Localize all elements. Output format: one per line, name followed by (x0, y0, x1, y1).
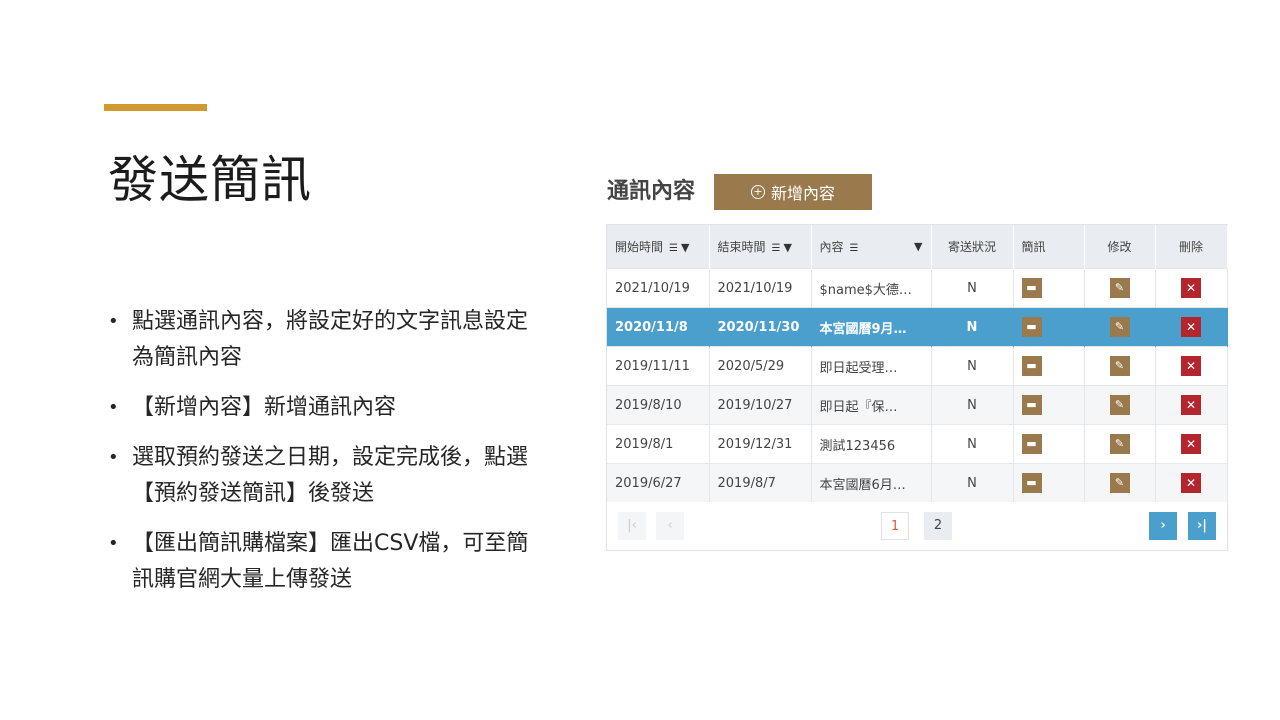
cell-status: N (931, 385, 1014, 425)
prev-page-button[interactable]: ‹ (656, 512, 684, 540)
bullet-text: 選取預約發送之日期，設定完成後，點選【預約發送簡訊】後發送 (132, 445, 529, 506)
sms-icon[interactable]: ▬ (1021, 473, 1042, 493)
table-row-selected[interactable]: 2020/11/8 2020/11/30 本宮國曆9月… N ▬ ✎ ✕ (607, 307, 1228, 347)
page-button-2[interactable]: 2 (924, 512, 952, 540)
title-accent-bar (104, 104, 207, 111)
column-header-delete: 刪除 (1155, 225, 1228, 269)
cell-start: 2020/11/8 (607, 307, 710, 347)
cell-end: 2019/12/31 (709, 424, 812, 464)
column-header-sms: 簡訊 (1013, 225, 1085, 269)
cell-start: 2019/8/1 (607, 424, 710, 464)
table-row[interactable]: 2019/11/11 2020/5/29 即日起受理… N ▬ ✎ ✕ (607, 346, 1228, 386)
cell-content: 即日起受理… (811, 346, 932, 386)
sort-icon[interactable]: ☰ (772, 243, 781, 254)
message-table: 開始時間 ☰ ▼ 結束時間 ☰ ▼ 內容 ☰ ▼ 寄送狀況 簡訊 修改 刪除 2021/10… (607, 225, 1228, 502)
delete-x-icon[interactable]: ✕ (1181, 434, 1201, 454)
message-grid: 開始時間 ☰ ▼ 結束時間 ☰ ▼ 內容 ☰ ▼ 寄送狀況 簡訊 修改 刪除 2021/10… (606, 224, 1228, 551)
bullet-item: • 點選通訊內容，將設定好的文字訊息設定為簡訊內容 (108, 309, 529, 370)
column-header-end[interactable]: 結束時間 ☰ ▼ (709, 225, 812, 269)
cell-status: N (931, 346, 1014, 386)
cell-end: 2021/10/19 (709, 268, 812, 308)
plus-circle-icon: + (750, 185, 765, 199)
sms-icon[interactable]: ▬ (1021, 395, 1042, 415)
cell-start: 2019/11/11 (607, 346, 710, 386)
bullet-item: • 選取預約發送之日期，設定完成後，點選【預約發送簡訊】後發送 (108, 445, 529, 506)
last-page-button[interactable]: ›| (1188, 512, 1216, 540)
bullet-item: • 【匯出簡訊購檔案】匯出CSV檔，可至簡訊購官網大量上傳發送 (108, 531, 529, 592)
cell-status: N (931, 424, 1014, 464)
edit-pencil-icon[interactable]: ✎ (1109, 278, 1130, 298)
cell-start: 2019/8/10 (607, 385, 710, 425)
cell-status: N (931, 307, 1014, 347)
edit-pencil-icon[interactable]: ✎ (1109, 317, 1130, 337)
bullet-text: 【新增內容】新增通訊內容 (132, 395, 397, 420)
bullet-list: • 點選通訊內容，將設定好的文字訊息設定為簡訊內容 • 【新增內容】新增通訊內容 •… (108, 304, 548, 612)
column-header-content[interactable]: 內容 ☰ ▼ (811, 225, 932, 269)
delete-x-icon[interactable]: ✕ (1181, 395, 1201, 415)
bullet-item: • 【新增內容】新增通訊內容 (108, 395, 397, 420)
cell-end: 2020/11/30 (709, 307, 812, 347)
bullet-text: 點選通訊內容，將設定好的文字訊息設定為簡訊內容 (132, 309, 529, 370)
slide-title: 發送簡訊 (108, 151, 312, 209)
cell-end: 2020/5/29 (709, 346, 812, 386)
cell-start: 2021/10/19 (607, 268, 710, 308)
column-header-edit: 修改 (1084, 225, 1156, 269)
cell-start: 2019/6/27 (607, 463, 710, 502)
sort-icon[interactable]: ☰ (669, 243, 678, 254)
table-row[interactable]: 2019/6/27 2019/8/7 本宮國曆6月… N ▬ ✎ ✕ (607, 463, 1228, 502)
add-content-button[interactable]: + 新增內容 (714, 174, 872, 210)
cell-content: $name$大德… (811, 268, 932, 308)
add-content-label: 新增內容 (770, 184, 835, 203)
filter-icon[interactable]: ▼ (914, 240, 922, 253)
delete-x-icon[interactable]: ✕ (1181, 473, 1201, 493)
first-page-button[interactable]: |‹ (618, 512, 646, 540)
cell-content: 即日起『保… (811, 385, 932, 425)
cell-content: 本宮國曆6月… (811, 463, 932, 502)
pagination: |‹ ‹ 1 2 › ›| (607, 508, 1227, 544)
page-button-1[interactable]: 1 (881, 512, 909, 540)
cell-end: 2019/10/27 (709, 385, 812, 425)
sms-icon[interactable]: ▬ (1021, 434, 1042, 454)
column-header-start[interactable]: 開始時間 ☰ ▼ (607, 225, 710, 269)
cell-end: 2019/8/7 (709, 463, 812, 502)
sort-icon[interactable]: ☰ (850, 243, 859, 254)
panel-heading: 通訊內容 (607, 179, 696, 204)
edit-pencil-icon[interactable]: ✎ (1109, 473, 1130, 493)
next-page-button[interactable]: › (1149, 512, 1177, 540)
filter-icon[interactable]: ▼ (681, 241, 689, 254)
table-row[interactable]: 2019/8/10 2019/10/27 即日起『保… N ▬ ✎ ✕ (607, 385, 1228, 425)
cell-status: N (931, 268, 1014, 308)
edit-pencil-icon[interactable]: ✎ (1109, 434, 1130, 454)
table-row[interactable]: 2019/8/1 2019/12/31 測試123456 N ▬ ✎ ✕ (607, 424, 1228, 464)
edit-pencil-icon[interactable]: ✎ (1109, 356, 1130, 376)
bullet-text: 【匯出簡訊購檔案】匯出CSV檔，可至簡訊購官網大量上傳發送 (132, 531, 529, 592)
sms-icon[interactable]: ▬ (1021, 356, 1042, 376)
cell-content: 本宮國曆9月… (811, 307, 932, 347)
table-row[interactable]: 2021/10/19 2021/10/19 $name$大德… N ▬ ✎ ✕ (607, 268, 1228, 308)
delete-x-icon[interactable]: ✕ (1181, 356, 1201, 376)
delete-x-icon[interactable]: ✕ (1181, 278, 1201, 298)
table-header-row: 開始時間 ☰ ▼ 結束時間 ☰ ▼ 內容 ☰ ▼ 寄送狀況 簡訊 修改 刪除 (607, 225, 1228, 269)
edit-pencil-icon[interactable]: ✎ (1109, 395, 1130, 415)
sms-icon[interactable]: ▬ (1021, 278, 1042, 298)
cell-status: N (931, 463, 1014, 502)
sms-icon[interactable]: ▬ (1021, 317, 1042, 337)
column-header-status: 寄送狀況 (931, 225, 1014, 269)
filter-icon[interactable]: ▼ (783, 241, 791, 254)
delete-x-icon[interactable]: ✕ (1181, 317, 1201, 337)
cell-content: 測試123456 (811, 424, 932, 464)
